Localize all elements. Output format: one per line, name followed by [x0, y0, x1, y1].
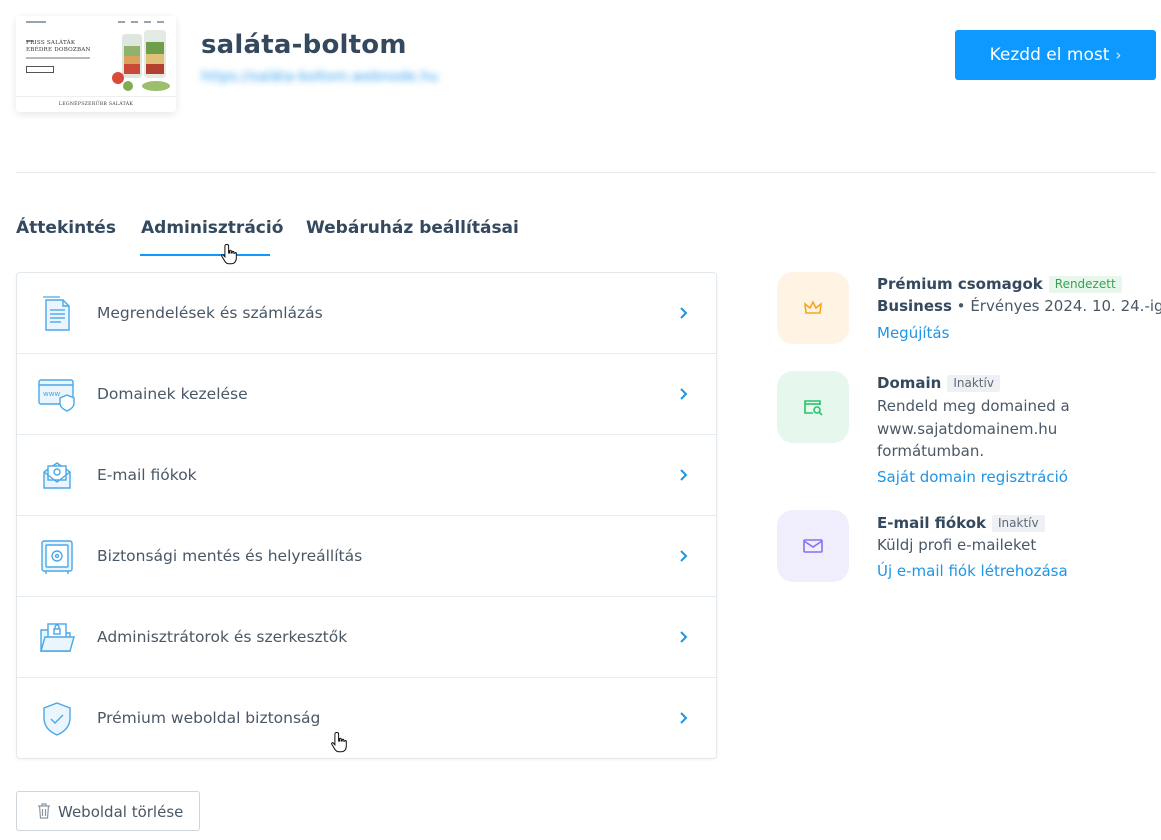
tab-administration[interactable]: Adminisztráció	[141, 218, 283, 238]
domain-text-line-2: www.sajatdomainem.hu	[877, 420, 1058, 438]
delete-website-button[interactable]: Weboldal törlése	[16, 791, 200, 831]
header-divider	[16, 172, 1156, 173]
thumbnail-nav	[26, 21, 170, 42]
active-tab-indicator	[140, 254, 270, 256]
thumbnail-button	[26, 66, 54, 73]
administration-list: Megrendelések és számlázás www Domainek …	[16, 272, 717, 759]
svg-text:www: www	[43, 390, 60, 398]
salad-jars-image	[112, 30, 170, 91]
tab-overview[interactable]: Áttekintés	[16, 218, 116, 238]
status-badge: Inaktív	[992, 515, 1045, 532]
list-item-email-accounts[interactable]: E-mail fiókok	[17, 435, 716, 516]
domain-title: Domain Inaktív	[877, 374, 1000, 392]
hand-cursor-icon	[221, 244, 237, 265]
list-item-label: Domainek kezelése	[97, 385, 248, 403]
premium-title: Prémium csomagok Rendezett	[877, 275, 1122, 293]
list-item-domains[interactable]: www Domainek kezelése	[17, 354, 716, 435]
tab-webshop-settings[interactable]: Webáruház beállításai	[306, 218, 519, 238]
renew-link[interactable]: Megújítás	[877, 324, 949, 342]
locked-folder-icon	[40, 623, 75, 652]
chevron-right-icon	[680, 712, 688, 724]
email-envelope-icon	[43, 462, 71, 489]
thumbnail-footer: LEGNÉPSZERŰBB SALÁTÁK	[16, 96, 176, 112]
domain-text-line-3: formátumban.	[877, 442, 985, 460]
premium-tile	[777, 272, 849, 344]
domain-search-icon	[804, 400, 823, 416]
chevron-right-icon	[680, 469, 688, 481]
thumbnail-headline: FRISS SALÁTÁK EBÉDRE DOBOZBAN	[26, 40, 91, 53]
hand-cursor-icon	[331, 732, 347, 753]
email-title-label: E-mail fiókok	[877, 514, 987, 532]
chevron-right-icon	[680, 388, 688, 400]
email-text: Küldj profi e-maileket	[877, 536, 1037, 554]
status-badge: Inaktív	[947, 375, 1000, 392]
shield-check-icon	[43, 702, 71, 736]
list-item-premium-security[interactable]: Prémium weboldal biztonság	[17, 678, 716, 759]
start-now-label: Kezdd el most	[989, 45, 1110, 65]
crown-icon	[803, 300, 823, 314]
site-url[interactable]: https://saláta-boltom.webnode.hu	[201, 69, 438, 85]
list-item-backup-restore[interactable]: Biztonsági mentés és helyreállítás	[17, 516, 716, 597]
create-email-link[interactable]: Új e-mail fiók létrehozása	[877, 562, 1068, 580]
delete-website-label: Weboldal törlése	[58, 803, 184, 821]
thumbnail-subtext	[26, 57, 90, 59]
chevron-right-icon	[680, 550, 688, 562]
site-thumbnail[interactable]: FRISS SALÁTÁK EBÉDRE DOBOZBAN LEGNÉPSZER…	[16, 16, 176, 112]
list-item-label: Biztonsági mentés és helyreállítás	[97, 547, 363, 565]
list-item-admins-editors[interactable]: Adminisztrátorok és szerkesztők	[17, 597, 716, 678]
chevron-right-icon	[680, 307, 688, 319]
chevron-right-icon: ›	[1115, 46, 1122, 64]
mail-icon	[803, 539, 823, 553]
domain-tile	[777, 371, 849, 443]
trash-icon	[38, 803, 50, 819]
domain-title-label: Domain	[877, 374, 942, 392]
domain-text-line-1: Rendeld meg domained a	[877, 397, 1070, 415]
plan-name: Business	[877, 297, 952, 315]
domain-shield-icon: www	[38, 379, 75, 412]
safe-icon	[41, 540, 73, 574]
invoice-icon	[43, 296, 70, 331]
register-domain-link[interactable]: Saját domain regisztráció	[877, 468, 1068, 486]
list-item-orders-billing[interactable]: Megrendelések és számlázás	[17, 273, 716, 354]
list-item-label: E-mail fiókok	[97, 466, 197, 484]
premium-plan: Business • Érvényes 2024. 10. 24.-ig	[877, 295, 1161, 318]
status-badge: Rendezett	[1048, 276, 1122, 293]
list-item-label: Adminisztrátorok és szerkesztők	[97, 628, 348, 646]
list-item-label: Prémium weboldal biztonság	[97, 709, 321, 727]
start-now-button[interactable]: Kezdd el most ›	[955, 30, 1156, 80]
plan-validity: Érvényes 2024. 10. 24.-ig	[970, 297, 1161, 315]
chevron-right-icon	[680, 631, 688, 643]
premium-title-label: Prémium csomagok	[877, 275, 1043, 293]
email-title: E-mail fiókok Inaktív	[877, 514, 1045, 532]
plan-separator: •	[956, 297, 966, 315]
site-title: saláta-boltom	[201, 30, 407, 60]
email-tile	[777, 510, 849, 582]
list-item-label: Megrendelések és számlázás	[97, 304, 323, 322]
